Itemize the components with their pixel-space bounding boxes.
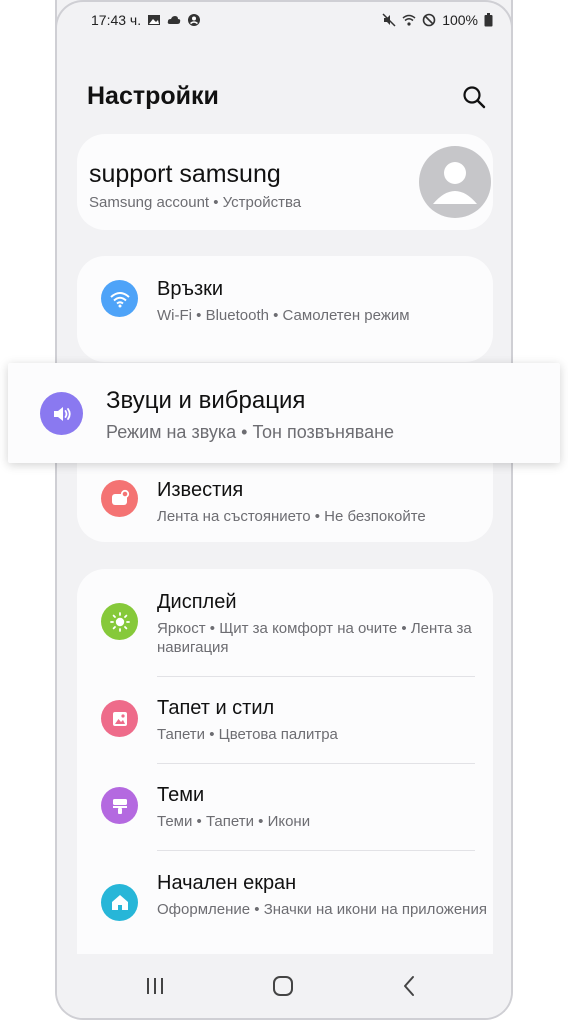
profile-name: support samsung — [89, 160, 281, 188]
settings-item-title: Теми — [157, 784, 205, 806]
settings-item-subtitle: Тапети • Цветова палитра — [157, 726, 338, 743]
settings-item-subtitle: Яркост • Щит за комфорт на очите • Лента… — [157, 620, 472, 656]
home-button-icon[interactable] — [268, 972, 298, 1000]
back-icon[interactable] — [395, 972, 425, 1000]
settings-item-home-screen[interactable]: Начален екран Оформление • Значки на ико… — [77, 850, 493, 960]
status-bar: 17:43 ч. 100% — [57, 0, 511, 40]
do-not-disturb-icon — [422, 13, 436, 27]
settings-item-title: Връзки — [157, 278, 224, 300]
display-group-card: Дисплей Яркост • Щит за комфорт на очите… — [77, 569, 493, 964]
settings-item-title: Тапет и стил — [157, 697, 275, 719]
settings-item-wallpaper[interactable]: Тапет и стил Тапети • Цветова палитра — [77, 676, 493, 763]
settings-item-subtitle: Оформление • Значки на икони на приложен… — [157, 901, 487, 918]
settings-item-subtitle: Лента на състоянието • Не безпокойте — [157, 508, 426, 525]
brush-icon — [101, 787, 138, 824]
wifi-status-icon — [402, 14, 416, 26]
speaker-icon — [40, 392, 83, 435]
settings-item-subtitle: Режим на звука • Тон позвъняване — [106, 422, 395, 442]
settings-item-subtitle: Теми • Тапети • Икони — [157, 813, 311, 830]
connections-card: Връзки Wi-Fi • Bluetooth • Самолетен реж… — [77, 256, 493, 362]
settings-item-title: Звуци и вибрация — [106, 387, 306, 414]
settings-item-sounds-highlighted[interactable]: Звуци и вибрация Режим на звука • Тон по… — [8, 363, 560, 463]
settings-item-subtitle: Wi-Fi • Bluetooth • Самолетен режим — [157, 307, 410, 324]
wallpaper-icon — [101, 700, 138, 737]
phone-frame: 17:43 ч. 100% Настройки support samsung … — [55, 0, 513, 1020]
battery-percentage: 100% — [442, 12, 478, 28]
gallery-icon — [148, 15, 161, 25]
settings-item-display[interactable]: Дисплей Яркост • Щит за комфорт на очите… — [77, 569, 493, 676]
settings-item-title: Известия — [157, 479, 244, 501]
home-icon — [101, 884, 138, 921]
status-time: 17:43 ч. — [91, 12, 142, 28]
avatar[interactable] — [419, 146, 491, 218]
mute-icon — [382, 13, 396, 27]
notification-icon — [101, 480, 138, 517]
wifi-icon — [101, 280, 138, 317]
settings-item-connections[interactable]: Връзки Wi-Fi • Bluetooth • Самолетен реж… — [77, 256, 493, 362]
navigation-bar — [57, 954, 511, 1018]
page-title: Настройки — [87, 82, 219, 110]
profile-subtitle: Samsung account • Устройства — [89, 194, 302, 211]
recent-apps-icon[interactable] — [140, 972, 170, 1000]
account-circle-icon — [188, 14, 201, 26]
settings-item-title: Начален екран — [157, 872, 297, 894]
cloud-icon — [167, 16, 181, 24]
profile-card[interactable]: support samsung Samsung account • Устрой… — [77, 134, 493, 230]
search-icon[interactable] — [457, 80, 491, 114]
settings-item-title: Дисплей — [157, 591, 237, 613]
sun-icon — [101, 603, 138, 640]
person-icon — [433, 162, 477, 204]
settings-item-themes[interactable]: Теми Теми • Тапети • Икони — [77, 763, 493, 850]
battery-icon — [484, 13, 493, 27]
